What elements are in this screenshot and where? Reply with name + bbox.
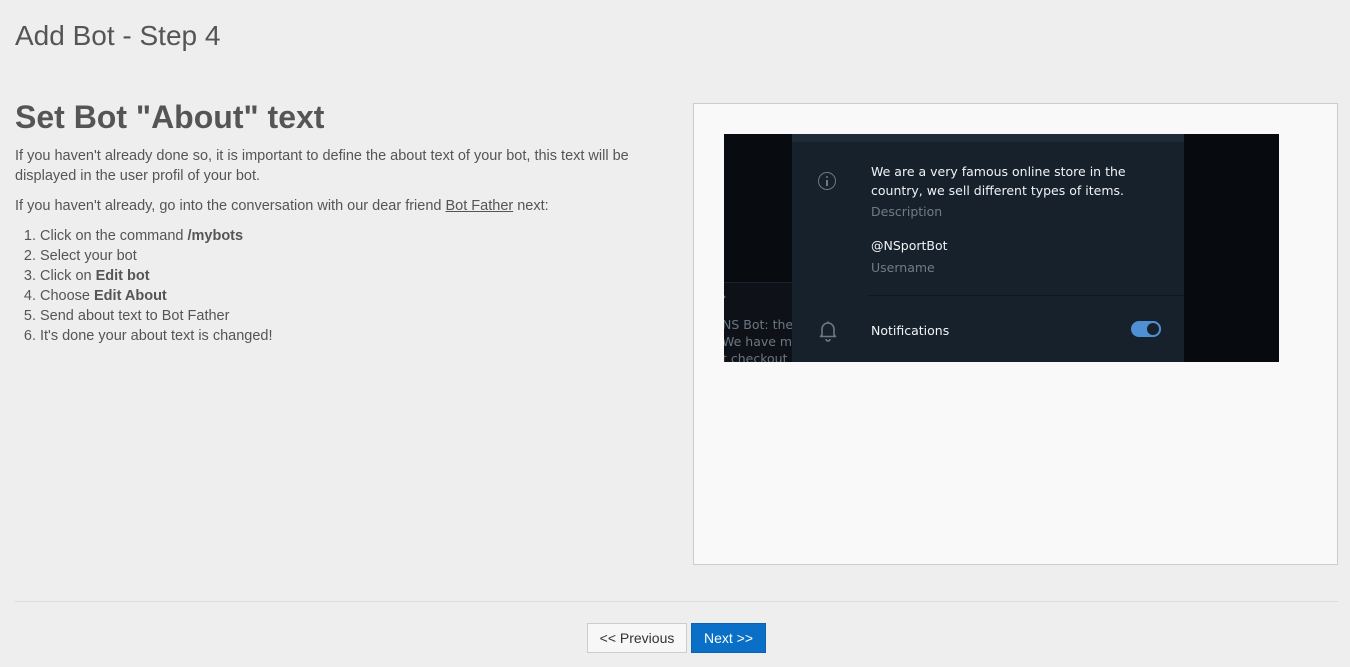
- step-bold: Edit About: [94, 288, 167, 304]
- step-text: Send about text to Bot Father: [40, 308, 230, 324]
- step-item: Click on Edit bot: [40, 266, 675, 286]
- step-item: Click on the command /mybots: [40, 226, 675, 246]
- instruction-suffix: next:: [513, 198, 549, 214]
- info-icon: [818, 172, 836, 190]
- step-bold: /mybots: [187, 228, 244, 244]
- step-text: Click on: [40, 268, 96, 284]
- previous-button[interactable]: << Previous: [587, 623, 687, 653]
- instructions-column: Set Bot "About" text If you haven't alre…: [15, 98, 675, 346]
- panel-divider: [869, 295, 1184, 296]
- step-bold: Edit bot: [95, 268, 150, 284]
- username-label: Username: [871, 260, 935, 275]
- chat-list-top: [724, 134, 792, 282]
- description-label: Description: [871, 204, 943, 219]
- footer-divider: [15, 601, 1338, 602]
- next-button[interactable]: Next >>: [691, 623, 766, 653]
- step-text: Select your bot: [40, 248, 137, 264]
- bell-icon: [818, 320, 838, 342]
- telegram-profile-screenshot: › NS Bot: the b We have ma t checkout We…: [724, 134, 1279, 362]
- intro-paragraph: If you haven't already done so, it is im…: [15, 148, 629, 184]
- step-item: Select your bot: [40, 246, 675, 266]
- chat-list-divider: [724, 282, 792, 283]
- step-item: Choose Edit About: [40, 286, 675, 306]
- panel-topbar: [792, 134, 1184, 142]
- chat-list-fragment: › NS Bot: the b We have ma t checkout: [724, 134, 805, 362]
- chat-snippet: We have ma: [724, 334, 800, 349]
- bot-description: We are a very famous online store in the…: [871, 164, 1126, 198]
- page-title: Add Bot - Step 4: [15, 20, 221, 51]
- step-item: It's done your about text is changed!: [40, 326, 675, 346]
- step-text: Choose: [40, 288, 95, 304]
- instruction-prefix: If you haven't already, go into the conv…: [15, 198, 446, 214]
- section-title: Set Bot "About" text: [15, 99, 325, 135]
- instruction-paragraph: If you haven't already, go into the conv…: [15, 196, 675, 216]
- step-text: It's done your about text is changed!: [40, 328, 273, 344]
- bot-username: @NSportBot: [871, 238, 948, 253]
- steps-list: Click on the command /mybots Select your…: [15, 226, 675, 346]
- right-backdrop: [1184, 134, 1279, 362]
- bot-father-link[interactable]: Bot Father: [446, 198, 514, 214]
- chat-arrow-glyph: ›: [724, 290, 726, 303]
- step-text: Click on the command: [40, 228, 188, 244]
- preview-box: › NS Bot: the b We have ma t checkout We…: [693, 103, 1338, 565]
- notifications-toggle[interactable]: [1131, 321, 1161, 337]
- profile-panel: We are a very famous online store in the…: [792, 134, 1184, 362]
- toggle-knob: [1145, 321, 1161, 337]
- notifications-label: Notifications: [871, 323, 950, 338]
- chat-snippet: t checkout: [724, 351, 788, 362]
- step-item: Send about text to Bot Father: [40, 306, 675, 326]
